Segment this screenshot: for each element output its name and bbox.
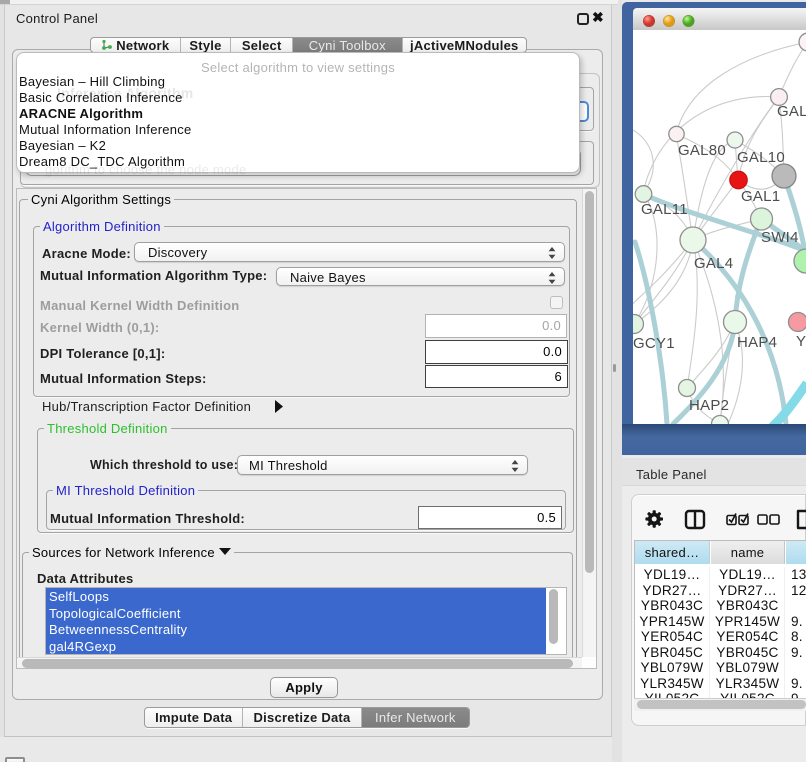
svg-text:SWI4: SWI4	[761, 229, 799, 246]
svg-text:GAL10: GAL10	[737, 149, 785, 166]
svg-text:HAP4: HAP4	[737, 334, 777, 351]
svg-text:Y: Y	[796, 333, 806, 350]
svg-text:GAL11: GAL11	[641, 201, 688, 218]
svg-text:GCY1: GCY1	[633, 335, 675, 352]
svg-text:GAL1: GAL1	[741, 188, 780, 205]
svg-text:GAL80: GAL80	[678, 142, 726, 159]
svg-text:GAL: GAL	[777, 103, 806, 120]
svg-text:GAL4: GAL4	[694, 255, 733, 272]
svg-text:HAP2: HAP2	[689, 397, 729, 414]
